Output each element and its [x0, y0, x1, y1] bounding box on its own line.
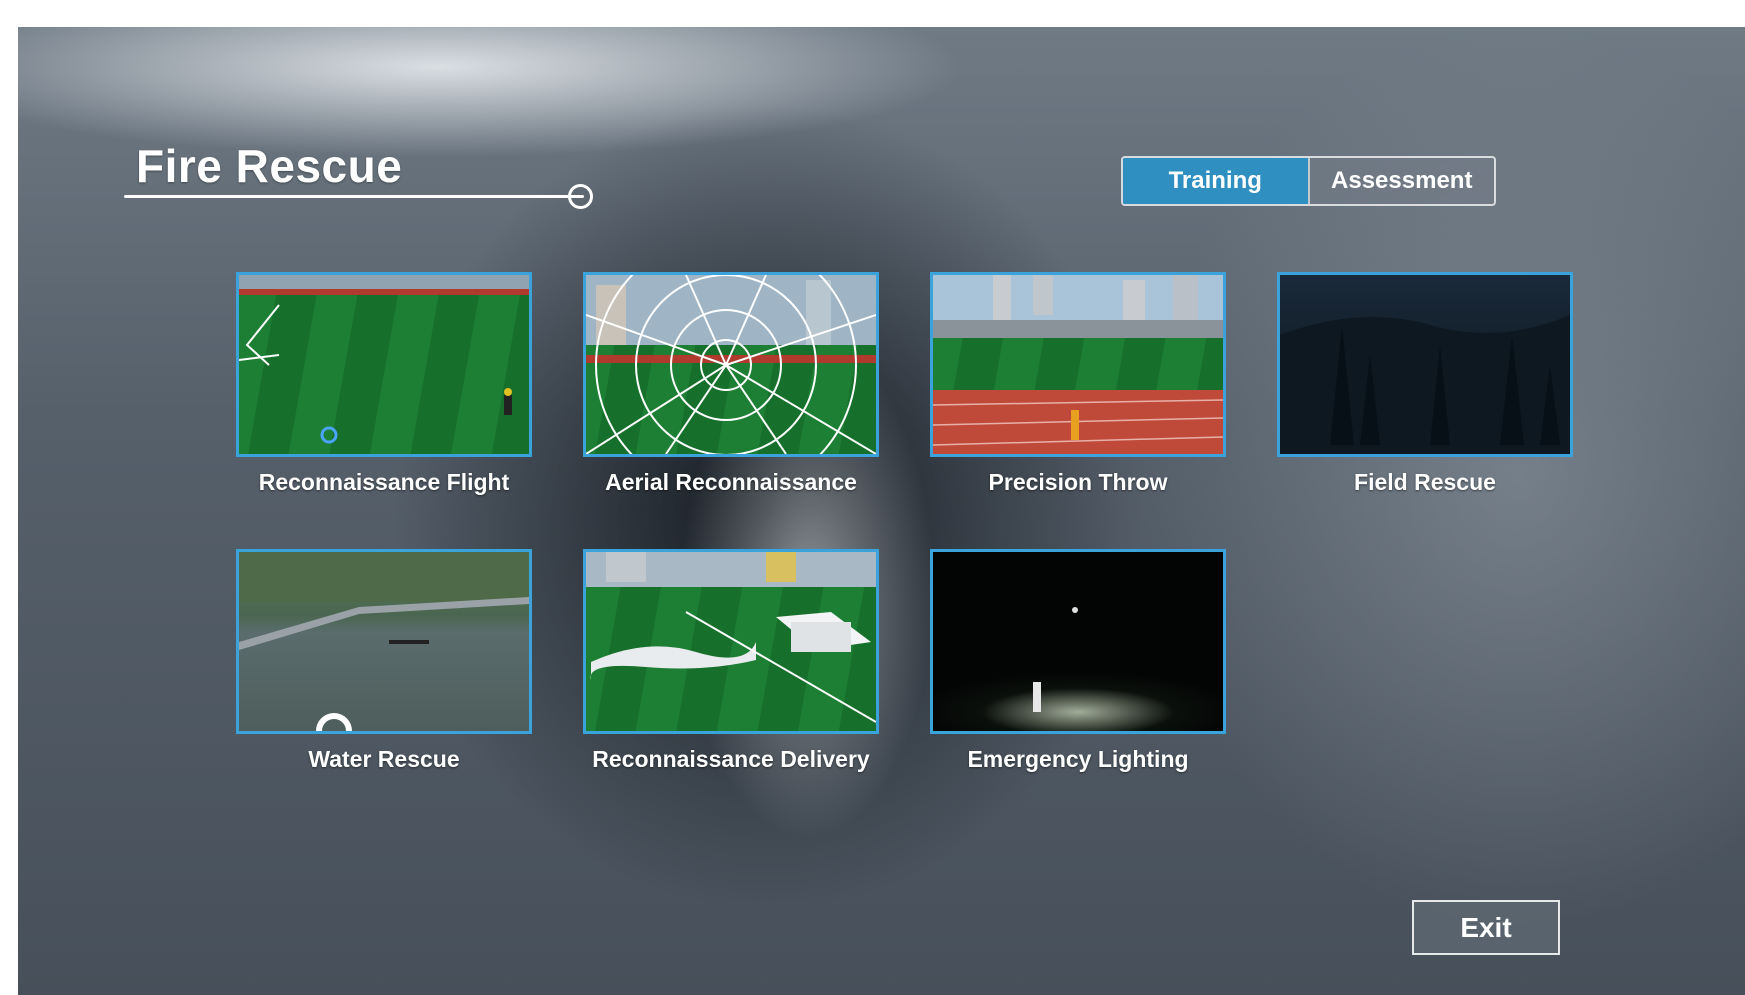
scenario-label: Emergency Lighting [967, 746, 1189, 772]
page-title: Fire Rescue [136, 140, 403, 192]
scenario-card-emergency-lighting[interactable]: Emergency Lighting [930, 549, 1226, 773]
scenario-label: Precision Throw [988, 469, 1168, 495]
scenario-thumbnail[interactable] [236, 549, 532, 734]
scenario-card-precision-throw[interactable]: Precision Throw [930, 272, 1226, 496]
exit-button[interactable]: Exit [1412, 900, 1560, 955]
scenario-label: Water Rescue [308, 746, 460, 772]
scenario-thumbnail[interactable] [930, 272, 1226, 457]
scenario-card-aerial-reconnaissance[interactable]: Aerial Reconnaissance [583, 272, 879, 496]
title-knob-icon [568, 184, 593, 209]
title-underline [124, 195, 584, 198]
scenario-label: Reconnaissance Delivery [592, 746, 870, 772]
scenario-thumbnail[interactable] [583, 549, 879, 734]
mode-tabs: Training Assessment [1121, 156, 1496, 206]
scenario-thumbnail[interactable] [236, 272, 532, 457]
tab-assessment[interactable]: Assessment [1307, 158, 1494, 204]
scenario-card-reconnaissance-delivery[interactable]: Reconnaissance Delivery [583, 549, 879, 773]
scenario-label: Field Rescue [1354, 469, 1496, 495]
scenario-thumbnail[interactable] [1277, 272, 1573, 457]
scenario-label: Aerial Reconnaissance [605, 469, 857, 495]
scenario-card-water-rescue[interactable]: Water Rescue [236, 549, 532, 773]
scenario-label: Reconnaissance Flight [258, 469, 510, 495]
scenario-card-field-rescue[interactable]: Field Rescue [1277, 272, 1573, 496]
scenario-thumbnail[interactable] [930, 549, 1226, 734]
app-screen: Fire Rescue Training Assessment Reconnai… [18, 27, 1745, 995]
scenario-thumbnail[interactable] [583, 272, 879, 457]
tab-training[interactable]: Training [1123, 158, 1308, 204]
scenario-card-reconnaissance-flight[interactable]: Reconnaissance Flight [236, 272, 532, 496]
